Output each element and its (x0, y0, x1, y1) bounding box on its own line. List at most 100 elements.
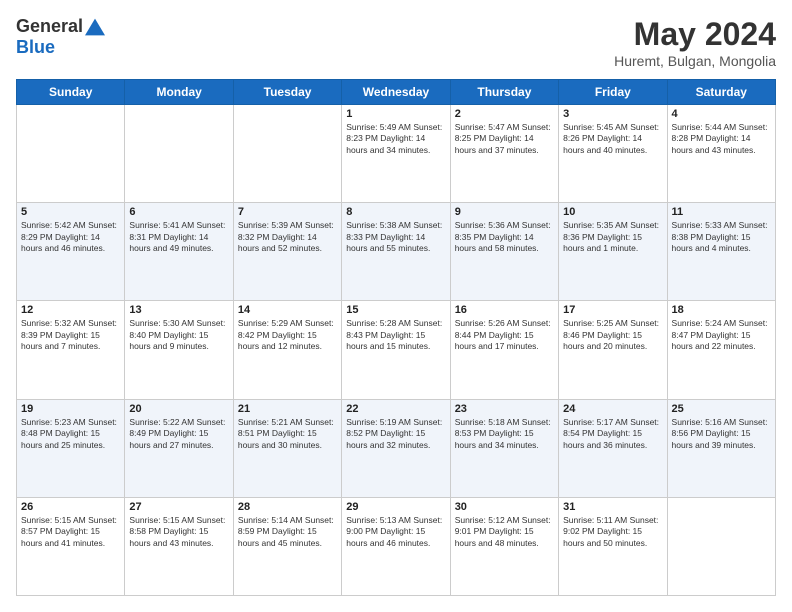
col-wednesday: Wednesday (342, 80, 450, 105)
day-number: 7 (238, 206, 337, 218)
logo: General Blue (16, 16, 105, 58)
calendar-cell: 3 Sunrise: 5:45 AM Sunset: 8:26 PM Daylig… (559, 105, 667, 203)
calendar-week-2: 5 Sunrise: 5:42 AM Sunset: 8:29 PM Daylig… (17, 203, 776, 301)
day-number: 24 (563, 403, 662, 415)
day-number: 22 (346, 403, 445, 415)
calendar-cell: 17 Sunrise: 5:25 AM Sunset: 8:46 PM Dayli… (559, 301, 667, 399)
day-number: 15 (346, 304, 445, 316)
calendar-cell: 6Sunrise: 5:41 AM Sunset: 8:31 PM Daylig… (125, 203, 233, 301)
calendar-cell: 16 Sunrise: 5:26 AM Sunset: 8:44 PM Dayli… (450, 301, 558, 399)
cell-text: Sunrise: 5:25 AM Sunset: 8:46 PM Dayligh… (563, 318, 662, 352)
calendar-cell: 26 Sunrise: 5:15 AM Sunset: 8:57 PM Dayli… (17, 497, 125, 595)
calendar-cell: 18 Sunrise: 5:24 AM Sunset: 8:47 PM Dayli… (667, 301, 775, 399)
calendar-cell: 31 Sunrise: 5:11 AM Sunset: 9:02 PM Dayli… (559, 497, 667, 595)
cell-text: Sunrise: 5:33 AM Sunset: 8:38 PM Dayligh… (672, 220, 771, 254)
day-number: 9 (455, 206, 554, 218)
day-number: 26 (21, 501, 120, 513)
day-number: 16 (455, 304, 554, 316)
logo-blue: Blue (16, 37, 55, 57)
cell-text: Sunrise: 5:47 AM Sunset: 8:25 PM Dayligh… (455, 122, 554, 156)
cell-text: Sunrise: 5:49 AM Sunset: 8:23 PM Dayligh… (346, 122, 445, 156)
day-number: 19 (21, 403, 120, 415)
day-number: 23 (455, 403, 554, 415)
col-tuesday: Tuesday (233, 80, 341, 105)
cell-text: Sunrise: 5:36 AM Sunset: 8:35 PM Dayligh… (455, 220, 554, 254)
calendar-cell: 23 Sunrise: 5:18 AM Sunset: 8:53 PM Dayli… (450, 399, 558, 497)
logo-icon (85, 17, 105, 37)
calendar-cell: 8 Sunrise: 5:38 AM Sunset: 8:33 PM Daylig… (342, 203, 450, 301)
calendar-week-1: 1Sunrise: 5:49 AM Sunset: 8:23 PM Daylig… (17, 105, 776, 203)
cell-text: Sunrise: 5:14 AM Sunset: 8:59 PM Dayligh… (238, 515, 337, 549)
col-thursday: Thursday (450, 80, 558, 105)
cell-text: Sunrise: 5:26 AM Sunset: 8:44 PM Dayligh… (455, 318, 554, 352)
calendar-cell: 1Sunrise: 5:49 AM Sunset: 8:23 PM Daylig… (342, 105, 450, 203)
cell-text: Sunrise: 5:32 AM Sunset: 8:39 PM Dayligh… (21, 318, 120, 352)
day-number: 8 (346, 206, 445, 218)
calendar-cell: 21 Sunrise: 5:21 AM Sunset: 8:51 PM Dayli… (233, 399, 341, 497)
day-number: 4 (672, 108, 771, 120)
calendar-cell: 19 Sunrise: 5:23 AM Sunset: 8:48 PM Dayli… (17, 399, 125, 497)
calendar-cell: 7 Sunrise: 5:39 AM Sunset: 8:32 PM Daylig… (233, 203, 341, 301)
cell-text: Sunrise: 5:15 AM Sunset: 8:57 PM Dayligh… (21, 515, 120, 549)
calendar-cell: 5 Sunrise: 5:42 AM Sunset: 8:29 PM Daylig… (17, 203, 125, 301)
cell-text: Sunrise: 5:45 AM Sunset: 8:26 PM Dayligh… (563, 122, 662, 156)
header: General Blue May 2024 Huremt, Bulgan, Mo… (16, 16, 776, 69)
col-sunday: Sunday (17, 80, 125, 105)
day-number: 21 (238, 403, 337, 415)
day-number: 20 (129, 403, 228, 415)
day-number: 18 (672, 304, 771, 316)
calendar-cell: 15Sunrise: 5:28 AM Sunset: 8:43 PM Dayli… (342, 301, 450, 399)
cell-text: Sunrise: 5:38 AM Sunset: 8:33 PM Dayligh… (346, 220, 445, 254)
day-number: 6 (129, 206, 228, 218)
cell-text: Sunrise: 5:15 AM Sunset: 8:58 PM Dayligh… (129, 515, 228, 549)
calendar-week-5: 26 Sunrise: 5:15 AM Sunset: 8:57 PM Dayli… (17, 497, 776, 595)
title-block: May 2024 Huremt, Bulgan, Mongolia (614, 16, 776, 69)
day-number: 2 (455, 108, 554, 120)
calendar-cell: 29 Sunrise: 5:13 AM Sunset: 9:00 PM Dayli… (342, 497, 450, 595)
day-number: 5 (21, 206, 120, 218)
calendar-cell (667, 497, 775, 595)
col-saturday: Saturday (667, 80, 775, 105)
calendar-cell: 28Sunrise: 5:14 AM Sunset: 8:59 PM Dayli… (233, 497, 341, 595)
cell-text: Sunrise: 5:18 AM Sunset: 8:53 PM Dayligh… (455, 417, 554, 451)
cell-text: Sunrise: 5:23 AM Sunset: 8:48 PM Dayligh… (21, 417, 120, 451)
page: General Blue May 2024 Huremt, Bulgan, Mo… (0, 0, 792, 612)
calendar-cell: 9 Sunrise: 5:36 AM Sunset: 8:35 PM Daylig… (450, 203, 558, 301)
cell-text: Sunrise: 5:39 AM Sunset: 8:32 PM Dayligh… (238, 220, 337, 254)
calendar-cell (17, 105, 125, 203)
day-number: 25 (672, 403, 771, 415)
day-number: 17 (563, 304, 662, 316)
calendar-cell: 4 Sunrise: 5:44 AM Sunset: 8:28 PM Daylig… (667, 105, 775, 203)
cell-text: Sunrise: 5:44 AM Sunset: 8:28 PM Dayligh… (672, 122, 771, 156)
calendar-cell: 2 Sunrise: 5:47 AM Sunset: 8:25 PM Daylig… (450, 105, 558, 203)
cell-text: Sunrise: 5:22 AM Sunset: 8:49 PM Dayligh… (129, 417, 228, 451)
day-number: 27 (129, 501, 228, 513)
day-number: 12 (21, 304, 120, 316)
day-number: 13 (129, 304, 228, 316)
location-subtitle: Huremt, Bulgan, Mongolia (614, 53, 776, 69)
calendar-cell: 25 Sunrise: 5:16 AM Sunset: 8:56 PM Dayli… (667, 399, 775, 497)
calendar-cell: 11Sunrise: 5:33 AM Sunset: 8:38 PM Dayli… (667, 203, 775, 301)
day-number: 29 (346, 501, 445, 513)
calendar-cell: 24 Sunrise: 5:17 AM Sunset: 8:54 PM Dayli… (559, 399, 667, 497)
col-friday: Friday (559, 80, 667, 105)
cell-text: Sunrise: 5:21 AM Sunset: 8:51 PM Dayligh… (238, 417, 337, 451)
calendar-cell: 30Sunrise: 5:12 AM Sunset: 9:01 PM Dayli… (450, 497, 558, 595)
cell-text: Sunrise: 5:16 AM Sunset: 8:56 PM Dayligh… (672, 417, 771, 451)
calendar-cell: 22Sunrise: 5:19 AM Sunset: 8:52 PM Dayli… (342, 399, 450, 497)
day-number: 3 (563, 108, 662, 120)
cell-text: Sunrise: 5:17 AM Sunset: 8:54 PM Dayligh… (563, 417, 662, 451)
calendar-cell: 13 Sunrise: 5:30 AM Sunset: 8:40 PM Dayli… (125, 301, 233, 399)
cell-text: Sunrise: 5:42 AM Sunset: 8:29 PM Dayligh… (21, 220, 120, 254)
calendar-cell: 20 Sunrise: 5:22 AM Sunset: 8:49 PM Dayli… (125, 399, 233, 497)
cell-text: Sunrise: 5:35 AM Sunset: 8:36 PM Dayligh… (563, 220, 662, 254)
cell-text: Sunrise: 5:30 AM Sunset: 8:40 PM Dayligh… (129, 318, 228, 352)
calendar-cell: 14Sunrise: 5:29 AM Sunset: 8:42 PM Dayli… (233, 301, 341, 399)
calendar-header-row: Sunday Monday Tuesday Wednesday Thursday… (17, 80, 776, 105)
day-number: 31 (563, 501, 662, 513)
day-number: 10 (563, 206, 662, 218)
cell-text: Sunrise: 5:24 AM Sunset: 8:47 PM Dayligh… (672, 318, 771, 352)
cell-text: Sunrise: 5:13 AM Sunset: 9:00 PM Dayligh… (346, 515, 445, 549)
cell-text: Sunrise: 5:11 AM Sunset: 9:02 PM Dayligh… (563, 515, 662, 549)
calendar-cell: 27 Sunrise: 5:15 AM Sunset: 8:58 PM Dayli… (125, 497, 233, 595)
